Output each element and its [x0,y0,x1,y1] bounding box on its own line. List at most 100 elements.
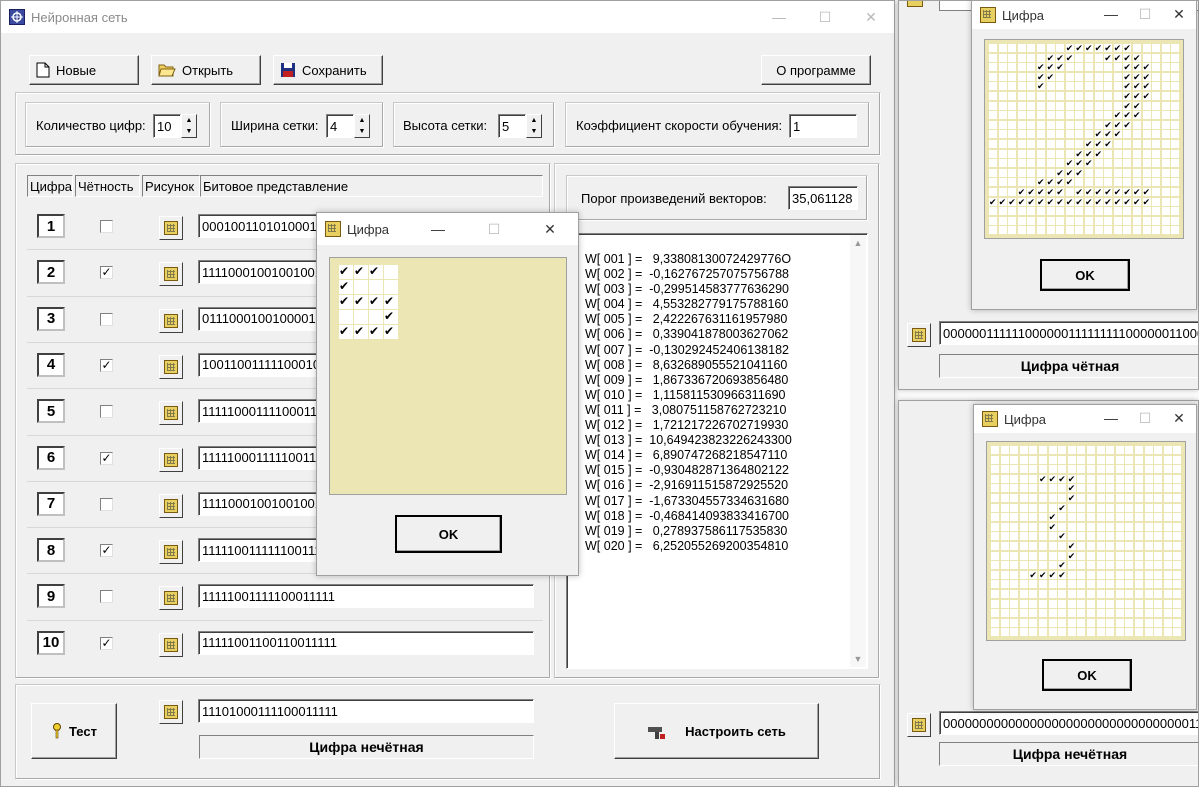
grid-cell[interactable] [1019,561,1028,570]
spin-down-icon[interactable]: ▼ [355,126,369,137]
close-button[interactable]: ✕ [848,1,894,33]
grid-cell[interactable] [1161,149,1170,158]
grid-cell[interactable] [1115,455,1124,464]
grid-cell[interactable] [1087,542,1096,551]
grid-cell[interactable] [989,82,998,91]
grid-cell[interactable] [1039,561,1048,570]
grid-cell[interactable] [1058,484,1067,493]
spin-down-icon[interactable]: ▼ [527,126,541,137]
grid-cell[interactable] [1056,149,1065,158]
grid-cell[interactable] [1027,178,1036,187]
grid-cell[interactable] [1125,580,1134,589]
grid-cell[interactable] [991,551,1000,560]
grid-cell[interactable] [1048,618,1057,627]
grid-cell[interactable] [1173,570,1182,579]
grid-cell[interactable] [1037,44,1046,53]
grid-cell[interactable]: ✔ [1037,72,1046,81]
grid-cell[interactable] [1039,590,1048,599]
grid-cell[interactable] [1067,580,1076,589]
grid-cell[interactable] [1163,618,1172,627]
picture-button[interactable] [159,540,183,565]
grid-cell[interactable] [1135,590,1144,599]
maximize-button[interactable]: ☐ [466,213,522,245]
grid-cell[interactable] [1008,130,1017,139]
grid-cell[interactable] [1058,628,1067,637]
grid-cell[interactable] [1096,580,1105,589]
grid-cell[interactable] [1046,111,1055,120]
grid-cell[interactable] [989,207,998,216]
grid-cell[interactable] [1077,503,1086,512]
grid-cell[interactable] [1113,168,1122,177]
grid-cell[interactable] [1154,551,1163,560]
grid-cell[interactable] [1010,609,1019,618]
grid-cell[interactable] [1008,72,1017,81]
grid-cell[interactable] [1163,513,1172,522]
parity-checkbox[interactable]: ✓ [100,266,113,280]
learning-rate-input[interactable]: 1 [789,114,857,138]
grid-cell[interactable]: ✔ [1058,561,1067,570]
grid-cell[interactable] [1056,140,1065,149]
grid-cell[interactable] [1027,101,1036,110]
grid-cell[interactable] [1010,542,1019,551]
grid-cell[interactable]: ✔ [1058,532,1067,541]
grid-cell[interactable] [1067,570,1076,579]
grid-cell[interactable] [1161,130,1170,139]
grid-cell[interactable] [1067,599,1076,608]
grid-cell[interactable]: ✔ [1008,197,1017,206]
grid-cell[interactable]: ✔ [1065,197,1074,206]
picture-button[interactable] [159,216,183,240]
grid-cell[interactable] [1154,590,1163,599]
grid-cell[interactable] [1173,609,1182,618]
grid-cell[interactable] [1125,494,1134,503]
grid-cell[interactable]: ✔ [1075,43,1084,53]
grid-cell[interactable] [1115,609,1124,618]
grid-cell[interactable] [1096,494,1105,503]
grid-cell[interactable] [1125,561,1134,570]
grid-cell[interactable] [1075,111,1084,120]
grid-cell[interactable] [1056,130,1065,139]
grid-cell[interactable] [1142,168,1151,177]
parity-checkbox[interactable] [100,497,113,511]
grid-cell[interactable] [1008,53,1017,62]
grid-cell[interactable] [1096,618,1105,627]
grid-cell[interactable] [1135,542,1144,551]
grid-cell[interactable] [1113,159,1122,168]
grid-cell[interactable] [1085,92,1094,101]
grid-cell[interactable] [1077,551,1086,560]
grid-cell[interactable] [1161,53,1170,62]
grid-cell[interactable] [1173,446,1182,455]
grid-cell[interactable] [1152,82,1161,91]
grid-cell[interactable] [1152,149,1161,158]
parity-checkbox[interactable]: ✓ [100,636,113,650]
grid-cell[interactable]: ✔ [1027,187,1036,197]
grid-cell[interactable] [1017,226,1026,235]
grid-cell[interactable] [1000,474,1009,483]
grid-cell[interactable] [1154,628,1163,637]
bits-input[interactable]: 0000000000000000000000000000000000111100… [939,711,1198,735]
grid-cell[interactable] [1106,522,1115,531]
grid-cell[interactable]: ✔ [1085,197,1094,206]
grid-cell[interactable] [1113,149,1122,158]
grid-cell[interactable] [1039,580,1048,589]
grid-cell[interactable] [1152,140,1161,149]
grid-cell[interactable] [384,265,398,279]
grid-cell[interactable] [1133,140,1142,149]
grid-cell[interactable]: ✔ [1123,120,1132,129]
grid-cell[interactable] [1115,465,1124,474]
grid-cell[interactable] [1037,159,1046,168]
grid-cell[interactable] [1029,609,1038,618]
grid-cell[interactable]: ✔ [1037,82,1046,91]
grid-cell[interactable]: ✔ [1142,72,1151,81]
grid-cell[interactable] [1067,513,1076,522]
grid-cell[interactable] [1106,561,1115,570]
grid-cell[interactable] [1065,149,1074,158]
grid-cell[interactable] [1115,561,1124,570]
grid-cell[interactable] [991,628,1000,637]
grid-cell[interactable] [1027,130,1036,139]
grid-height-spinner[interactable]: ▲ ▼ [526,114,542,138]
grid-cell[interactable] [1171,130,1180,139]
grid-cell[interactable] [1171,140,1180,149]
grid-cell[interactable]: ✔ [1029,570,1038,579]
parity-checkbox[interactable] [100,405,113,419]
grid-cell[interactable] [1039,551,1048,560]
